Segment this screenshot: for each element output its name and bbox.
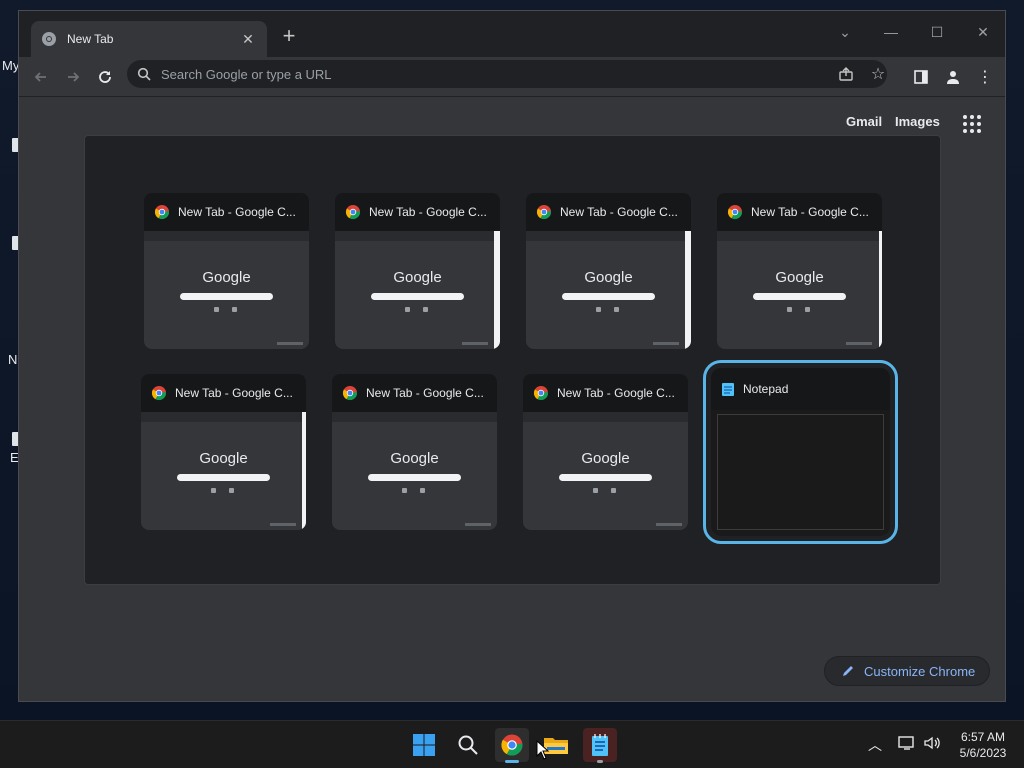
chrome-favicon-icon [42, 32, 56, 46]
chrome-icon [151, 386, 166, 401]
switcher-window-6[interactable]: New Tab - Google C... Google [332, 374, 497, 530]
chrome-icon [533, 386, 548, 401]
switcher-window-title: New Tab - Google C... [178, 205, 296, 219]
google-logo: Google [393, 269, 442, 286]
notepad-thumbnail [717, 414, 884, 530]
switcher-window-title: Notepad [743, 382, 789, 396]
start-button[interactable] [407, 728, 441, 762]
taskbar-notepad-button[interactable] [583, 728, 617, 763]
bookmark-star-icon[interactable]: ☆ [869, 65, 887, 83]
new-tab-button[interactable]: + [277, 25, 301, 49]
google-logo: Google [390, 450, 439, 467]
switcher-window-7[interactable]: New Tab - Google C... Google [523, 374, 688, 530]
reload-button[interactable] [91, 63, 119, 91]
chrome-icon [536, 205, 551, 220]
chevron-down-icon[interactable]: ⌄ [823, 17, 867, 47]
back-button[interactable] [27, 63, 55, 91]
arrow-right-icon [68, 72, 80, 82]
forward-button[interactable] [59, 63, 87, 91]
window-switcher: New Tab - Google C... Google New Tab - G… [84, 135, 941, 585]
arrow-left-icon [34, 72, 46, 82]
switcher-window-title: New Tab - Google C... [560, 205, 678, 219]
chrome-icon [345, 205, 360, 220]
taskbar-clock[interactable]: 6:57 AM 5/6/2023 [950, 729, 1016, 761]
clock-time: 6:57 AM [960, 730, 1006, 744]
volume-icon[interactable] [923, 735, 941, 754]
maximize-button[interactable]: ☐ [915, 17, 959, 47]
active-indicator [505, 760, 519, 763]
desktop-label-1[interactable]: My [2, 58, 19, 73]
switcher-window-5[interactable]: New Tab - Google C... Google [141, 374, 306, 530]
switcher-window-8-notepad[interactable]: Notepad [703, 360, 898, 544]
profile-icon[interactable] [939, 63, 967, 91]
notepad-icon [722, 383, 734, 396]
chrome-icon [727, 205, 742, 220]
switcher-window-title: New Tab - Google C... [366, 386, 484, 400]
taskbar-search-button[interactable] [451, 728, 485, 762]
google-logo: Google [581, 450, 630, 467]
start-icon [413, 734, 435, 756]
chevron-up-icon[interactable]: ︿ [868, 735, 882, 755]
switcher-window-title: New Tab - Google C... [557, 386, 675, 400]
google-logo: Google [202, 269, 251, 286]
google-logo: Google [199, 450, 248, 467]
tab-strip: New Tab ✕ + ⌄ — ☐ ✕ [19, 11, 1005, 57]
network-icon[interactable] [898, 735, 916, 754]
more-menu-icon[interactable]: ⋮ [971, 63, 999, 91]
running-indicator [597, 760, 603, 763]
side-panel-icon[interactable] [907, 63, 935, 91]
customize-chrome-label: Customize Chrome [864, 663, 976, 679]
google-logo: Google [584, 269, 633, 286]
google-logo: Google [775, 269, 824, 286]
close-tab-icon[interactable]: ✕ [239, 31, 257, 48]
desktop-label-2[interactable]: N [8, 352, 17, 367]
toolbar: Search Google or type a URL ☆ ⋮ [19, 57, 1005, 97]
chrome-icon [501, 734, 523, 756]
google-apps-icon[interactable] [963, 115, 983, 135]
tab-new-tab[interactable]: New Tab ✕ [31, 21, 267, 57]
share-icon[interactable] [837, 65, 855, 83]
taskbar-chrome-button[interactable] [495, 728, 529, 763]
switcher-window-2[interactable]: New Tab - Google C... Google [335, 193, 500, 349]
mouse-cursor-icon [536, 740, 550, 760]
omnibox-placeholder: Search Google or type a URL [161, 66, 332, 82]
close-window-button[interactable]: ✕ [961, 17, 1005, 47]
switcher-window-1[interactable]: New Tab - Google C... Google [144, 193, 309, 349]
notepad-icon [592, 734, 608, 756]
images-link[interactable]: Images [895, 114, 940, 129]
minimize-button[interactable]: — [869, 17, 913, 47]
switcher-window-4[interactable]: New Tab - Google C... Google [717, 193, 882, 349]
chrome-icon [342, 386, 357, 401]
gmail-link[interactable]: Gmail [846, 114, 882, 129]
switcher-window-3[interactable]: New Tab - Google C... Google [526, 193, 691, 349]
chrome-icon [154, 205, 169, 220]
customize-chrome-button[interactable]: Customize Chrome [824, 656, 990, 686]
omnibox[interactable]: Search Google or type a URL ☆ [127, 60, 887, 88]
clock-date: 5/6/2023 [959, 746, 1007, 760]
pencil-icon [843, 666, 853, 676]
switcher-window-title: New Tab - Google C... [369, 205, 487, 219]
tab-title: New Tab [67, 32, 114, 46]
switcher-window-title: New Tab - Google C... [175, 386, 293, 400]
reload-icon [99, 71, 111, 83]
switcher-window-title: New Tab - Google C... [751, 205, 869, 219]
search-icon [458, 735, 478, 755]
search-icon [137, 67, 151, 81]
taskbar: ︿ 6:57 AM 5/6/2023 [0, 720, 1024, 768]
